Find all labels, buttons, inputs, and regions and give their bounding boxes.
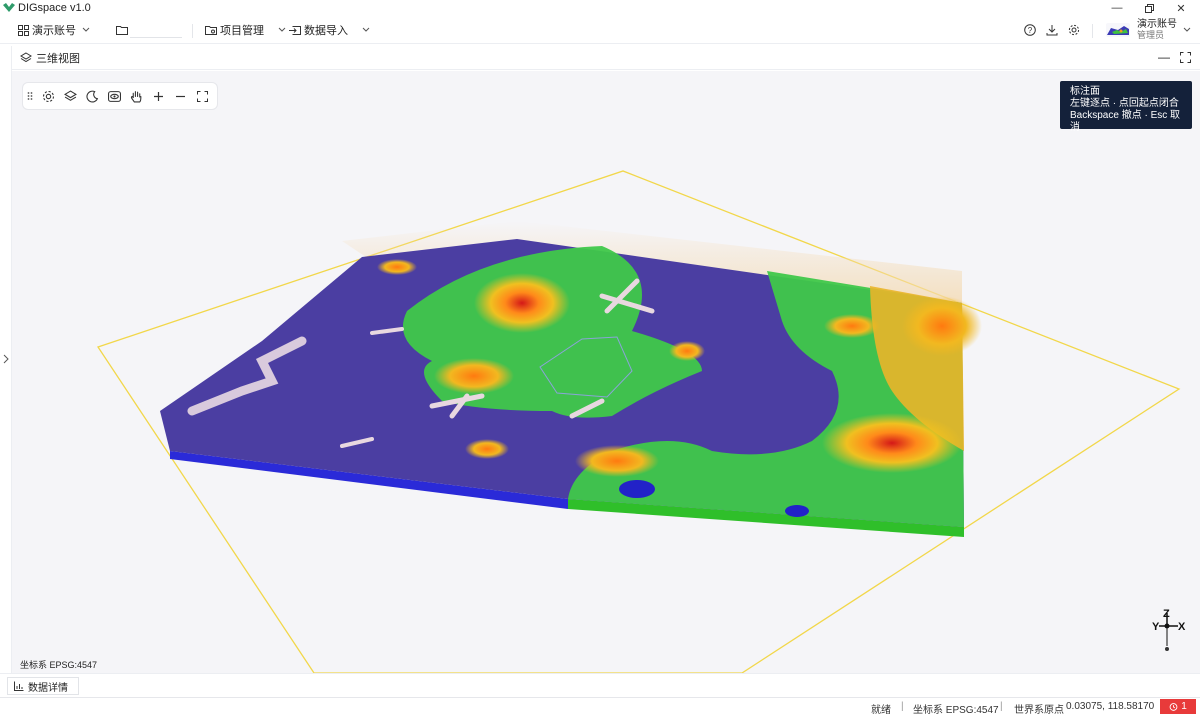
anomaly-hotspot xyxy=(575,445,659,477)
app-title: DIGspace v1.0 xyxy=(18,2,91,14)
drag-handle-icon xyxy=(27,92,33,100)
bottom-tab-bar: 数据详情 xyxy=(0,673,1200,697)
menu-divider xyxy=(1092,24,1093,38)
eye-icon xyxy=(107,90,121,102)
axis-gizmo[interactable]: Z Y X xyxy=(1152,608,1186,651)
dark-mode-button[interactable] xyxy=(81,85,103,107)
chart-icon xyxy=(14,681,24,691)
status-divider: | xyxy=(1000,701,1003,712)
tooltip-line1: 左键逐点 · 点回起点闭合 xyxy=(1070,98,1179,109)
import-menu[interactable]: 数据导入 xyxy=(289,16,373,44)
minus-icon xyxy=(175,95,185,97)
axis-x-label: X xyxy=(1178,621,1186,633)
fullscreen-icon xyxy=(196,90,208,102)
anomaly-hotspot xyxy=(824,314,880,338)
left-collapse-rail[interactable] xyxy=(0,46,12,673)
anomaly-hotspot xyxy=(474,273,570,333)
layers-icon xyxy=(63,89,77,101)
svg-text:?: ? xyxy=(1028,26,1033,35)
tooltip-title: 标注面 xyxy=(1070,86,1100,97)
visibility-button[interactable] xyxy=(103,85,125,107)
gear-icon xyxy=(1068,24,1080,36)
fullscreen-icon[interactable] xyxy=(1180,52,1191,63)
chevron-right-icon xyxy=(3,354,9,364)
avatar xyxy=(1106,23,1130,37)
hand-icon xyxy=(130,90,141,102)
anomaly-hotspot xyxy=(902,296,982,356)
data-details-label: 数据详情 xyxy=(28,682,68,694)
app-logo-icon xyxy=(3,3,15,12)
zoom-out-button[interactable] xyxy=(169,85,191,107)
error-count: 1 xyxy=(1181,701,1187,712)
project-menu-label: 项目管理 xyxy=(220,25,264,37)
status-ready: 就绪 xyxy=(871,705,891,715)
download-icon xyxy=(1046,25,1058,36)
chevron-down-icon xyxy=(82,27,90,32)
minimize-button[interactable]: — xyxy=(1101,0,1133,16)
status-origin-label: 世界系原点 xyxy=(1014,705,1064,715)
open-folder-button[interactable] xyxy=(116,16,131,44)
panel-title: 三维视图 xyxy=(36,52,80,65)
status-bar: 就绪 | 坐标系 EPSG:4547 | 世界系原点 0.03075, 118.… xyxy=(0,697,1200,715)
import-icon xyxy=(289,26,301,35)
help-button[interactable]: ? xyxy=(1024,16,1039,44)
viewport-crs-label: 坐标系 EPSG:4547 xyxy=(20,660,98,670)
3d-viewport[interactable]: Z Y X 标注面 左键逐点 · 点回起点闭合 Backspace 撤点 · E… xyxy=(12,71,1200,673)
3d-scene[interactable]: Z Y X xyxy=(12,71,1200,673)
user-menu[interactable]: 演示账号 管理员 xyxy=(1106,16,1194,44)
anomaly-low-zone xyxy=(785,505,809,517)
chevron-down-icon xyxy=(278,27,286,32)
anomaly-hotspot xyxy=(434,358,514,394)
account-menu[interactable]: 演示账号 xyxy=(18,16,93,44)
menu-divider xyxy=(192,24,193,38)
maximize-button[interactable] xyxy=(1133,0,1165,16)
gear-icon xyxy=(42,90,54,102)
plus-icon xyxy=(153,91,163,101)
help-icon: ? xyxy=(1024,24,1036,36)
viewport-toolbar xyxy=(22,82,218,110)
chevron-down-icon xyxy=(362,27,370,32)
moon-icon xyxy=(85,90,98,102)
anomaly-hotspot xyxy=(465,439,509,459)
anomaly-hotspot xyxy=(822,413,962,473)
title-bar: DIGspace v1.0 — ✕ xyxy=(0,0,1200,16)
status-crs: 坐标系 EPSG:4547 xyxy=(913,705,999,715)
folder-settings-icon xyxy=(205,26,217,35)
error-badge[interactable]: 1 xyxy=(1160,699,1196,714)
fullscreen-button[interactable] xyxy=(191,85,213,107)
project-path-field[interactable] xyxy=(130,24,182,38)
anomaly-low-zone xyxy=(619,480,655,498)
axis-y-label: Y xyxy=(1152,621,1160,633)
account-menu-label: 演示账号 xyxy=(32,25,76,37)
alarm-icon xyxy=(1169,703,1178,711)
anomaly-hotspot xyxy=(669,341,705,361)
menu-bar: 演示账号 项目管理 数据导入 ? 演示账号 管理员 xyxy=(0,16,1200,44)
toolbar-drag-handle[interactable] xyxy=(23,85,37,107)
zoom-in-button[interactable] xyxy=(147,85,169,107)
status-origin-value: 0.03075, 118.58170 xyxy=(1066,701,1155,712)
settings-button[interactable] xyxy=(1068,16,1083,44)
user-name: 演示账号 xyxy=(1137,19,1177,30)
draw-surface-tooltip: 标注面 左键逐点 · 点回起点闭合 Backspace 撤点 · Esc 取消 xyxy=(1060,81,1192,133)
pan-button[interactable] xyxy=(125,85,147,107)
view-settings-button[interactable] xyxy=(37,85,59,107)
panel-header: 三维视图 — xyxy=(12,46,1200,70)
axis-z-label: Z xyxy=(1163,608,1170,620)
layers-button[interactable] xyxy=(59,85,81,107)
chevron-down-icon xyxy=(1183,27,1191,32)
status-divider: | xyxy=(901,701,904,712)
layers-icon xyxy=(20,51,32,62)
import-menu-label: 数据导入 xyxy=(304,25,348,37)
close-button[interactable]: ✕ xyxy=(1165,0,1197,16)
tooltip-line2: Backspace 撤点 · Esc 取消 xyxy=(1070,110,1181,133)
download-button[interactable] xyxy=(1046,16,1061,44)
user-role: 管理员 xyxy=(1137,30,1165,40)
panel-minimize-button[interactable]: — xyxy=(1158,50,1170,64)
folder-icon xyxy=(116,26,128,35)
project-menu[interactable]: 项目管理 xyxy=(205,16,289,44)
grid-icon xyxy=(18,24,29,36)
anomaly-hotspot xyxy=(377,259,417,275)
data-details-tab[interactable]: 数据详情 xyxy=(7,677,79,695)
